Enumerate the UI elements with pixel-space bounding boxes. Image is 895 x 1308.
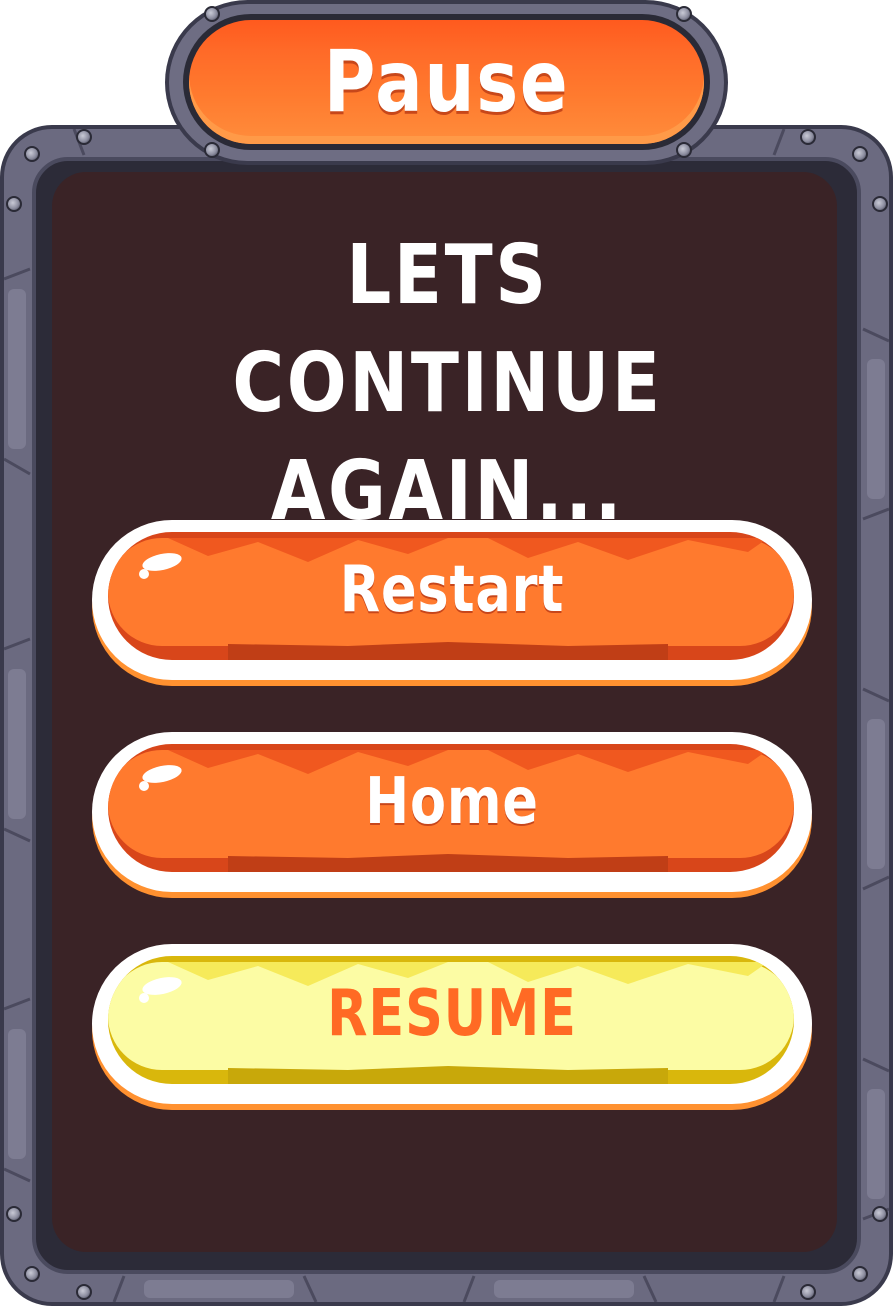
rivet bbox=[872, 196, 888, 212]
rivet bbox=[204, 6, 220, 22]
rivet bbox=[676, 142, 692, 158]
page-title: Pause bbox=[323, 32, 570, 132]
home-button-label: Home bbox=[365, 765, 539, 839]
rivet bbox=[6, 1206, 22, 1222]
rivet bbox=[24, 1266, 40, 1282]
rivet bbox=[800, 1284, 816, 1300]
restart-button[interactable]: Restart bbox=[92, 520, 812, 680]
rivet bbox=[6, 196, 22, 212]
restart-button-label: Restart bbox=[339, 553, 565, 627]
rivet bbox=[24, 146, 40, 162]
rivet bbox=[852, 146, 868, 162]
resume-button[interactable]: Resume bbox=[92, 944, 812, 1104]
rivet bbox=[76, 1284, 92, 1300]
rivet bbox=[204, 142, 220, 158]
rivet bbox=[676, 6, 692, 22]
home-button[interactable]: Home bbox=[92, 732, 812, 892]
rivet bbox=[852, 1266, 868, 1282]
resume-button-label: Resume bbox=[327, 977, 577, 1051]
rivet bbox=[800, 129, 816, 145]
pause-message: Lets continue again... bbox=[232, 228, 663, 539]
rivet bbox=[76, 129, 92, 145]
rivet bbox=[872, 1206, 888, 1222]
